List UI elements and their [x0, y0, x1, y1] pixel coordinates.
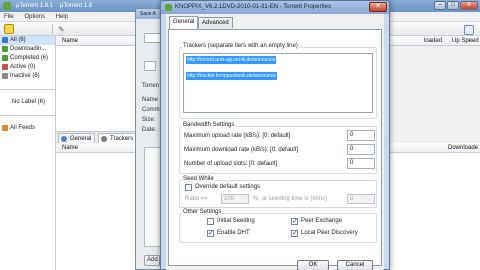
menu-file[interactable]: File [4, 14, 14, 20]
dialog-body: General Advanced Trackers (separate tier… [166, 14, 384, 270]
trackers-label: Trackers (separate tiers with an empty l… [182, 43, 299, 49]
add-button[interactable]: Add [144, 255, 160, 266]
torrent-properties-dialog: KNOPPIX_V6.2.1DVD-2010-01-31-EN - Torren… [160, 0, 390, 270]
completed-icon [2, 55, 8, 61]
enable-dht-label: Enable DHT [217, 230, 250, 236]
comment-caption: Comm [142, 107, 160, 113]
max-download-label: Maximum download rate (kB/s): [0: defaul… [184, 147, 299, 153]
inactive-icon [2, 73, 8, 79]
max-upload-label: Maximum upload rate (kB/s): [0: default] [184, 133, 291, 139]
tab-general[interactable]: General [58, 133, 96, 143]
local-peer-discovery-checkbox[interactable] [291, 229, 298, 237]
seed-while-label: Seed While [182, 176, 215, 182]
menu-help[interactable]: Help [56, 14, 68, 20]
column-header-name[interactable]: Name [56, 36, 142, 46]
ratio-label: Ratio <= [185, 196, 208, 202]
detail-panel: Name [56, 143, 142, 270]
detail-panel-right [390, 153, 480, 270]
rss-icon [2, 125, 8, 131]
add-torrent-icon[interactable] [4, 24, 14, 34]
sidebar-item-all[interactable]: All (6) [0, 36, 55, 45]
tab-general[interactable]: General [169, 16, 199, 29]
tab-advanced[interactable]: Advanced [198, 17, 233, 28]
sidebar-item-all-feeds[interactable]: All Feeds [0, 124, 55, 133]
info-icon [61, 136, 67, 142]
max-download-input[interactable]: 0 [347, 144, 375, 155]
save-option-field[interactable] [144, 61, 156, 71]
all-icon [2, 37, 8, 43]
seeding-time-input[interactable]: 0 [347, 194, 375, 204]
enable-dht-checkbox[interactable] [207, 229, 214, 237]
close-button[interactable]: ✕ [369, 2, 387, 12]
peer-exchange-checkbox[interactable] [291, 217, 298, 225]
name-caption: Name [142, 97, 159, 103]
dialog-title: KNOPPIX_V6.2.1DVD-2010-01-31-EN - Torren… [175, 4, 331, 10]
tracker-url: http://torrent.unix-ag.uni-kl.de/announc… [186, 56, 277, 64]
trackers-textarea[interactable]: http://torrent.unix-ag.uni-kl.de/announc… [183, 53, 373, 113]
menu-options[interactable]: Options [24, 14, 45, 20]
main-title-right: μTorrent 1.8 [60, 3, 93, 9]
sidebar-divider [0, 89, 55, 90]
tab-trackers[interactable]: Trackers [98, 133, 138, 143]
utorrent-logo-icon [165, 4, 172, 11]
sidebar-item-active[interactable]: Active (0) [0, 63, 55, 72]
torrent-caption: Torren [142, 83, 160, 89]
detail-column-name[interactable]: Name [56, 143, 142, 153]
tracker-url: http://tracker.knoppuebeck.de/announce [186, 72, 277, 80]
detail-tabs: General Trackers [56, 131, 142, 143]
main-title: μTorrent 1.8.1 [16, 3, 54, 9]
sidebar-item-no-label[interactable]: No Label (6) [0, 98, 55, 107]
active-icon [2, 64, 8, 70]
download-icon [2, 46, 8, 52]
cancel-button[interactable]: Cancel [337, 260, 373, 270]
ratio-input[interactable]: 100 [221, 194, 249, 204]
max-upload-input[interactable]: 0 [347, 130, 375, 141]
date-caption: Date: [142, 127, 157, 133]
initial-seeding-checkbox[interactable] [207, 218, 214, 225]
category-sidebar: All (6) Downloadin... Completed (6) Acti… [0, 36, 56, 270]
maximize-button[interactable]: □ [447, 1, 459, 10]
torrent-list[interactable]: Name [56, 36, 142, 131]
override-checkbox[interactable] [185, 184, 192, 191]
minimize-button[interactable]: – [434, 1, 446, 10]
sidebar-item-completed[interactable]: Completed (6) [0, 54, 55, 63]
ratio-unit-label: %, or seeding time is (mins) [253, 196, 328, 202]
sidebar-divider [0, 115, 55, 116]
column-header-loaded[interactable]: loaded [424, 36, 442, 46]
sidebar-item-inactive[interactable]: Inactive (6) [0, 72, 55, 81]
utorrent-logo-icon [3, 2, 11, 10]
edit-icon[interactable]: ✎ [58, 25, 65, 34]
detail-column-downloaded[interactable]: Downloade [448, 143, 478, 153]
main-close-button[interactable]: ✕ [460, 1, 478, 10]
upload-slots-input[interactable]: 0 [347, 158, 375, 169]
sidebar-item-downloading[interactable]: Downloadin... [0, 45, 55, 54]
override-label: Override default settings [195, 184, 261, 190]
local-peer-discovery-label: Local Peer Discovery [301, 230, 358, 236]
detail-header-right: Downloade [390, 143, 480, 153]
peer-exchange-label: Peer Exchange [301, 218, 343, 224]
column-header-up-speed[interactable]: Up Speed [452, 36, 479, 46]
other-settings-label: Other Settings [182, 209, 223, 215]
trackers-icon [101, 136, 107, 142]
column-headers-right: loaded Up Speed [390, 36, 480, 46]
initial-seeding-label: Initial Seeding [217, 218, 255, 224]
bandwidth-label: Bandwidth Settings [182, 122, 236, 128]
general-tab-panel: Trackers (separate tiers with an empty l… [168, 29, 382, 266]
toolbar-separator [52, 24, 53, 34]
size-caption: Size: [142, 117, 156, 123]
dialog-titlebar: KNOPPIX_V6.2.1DVD-2010-01-31-EN - Torren… [161, 1, 389, 14]
window-icon[interactable] [464, 25, 474, 35]
upload-slots-label: Number of upload slots: [0: default] [184, 161, 278, 167]
ok-button[interactable]: OK [297, 260, 329, 270]
